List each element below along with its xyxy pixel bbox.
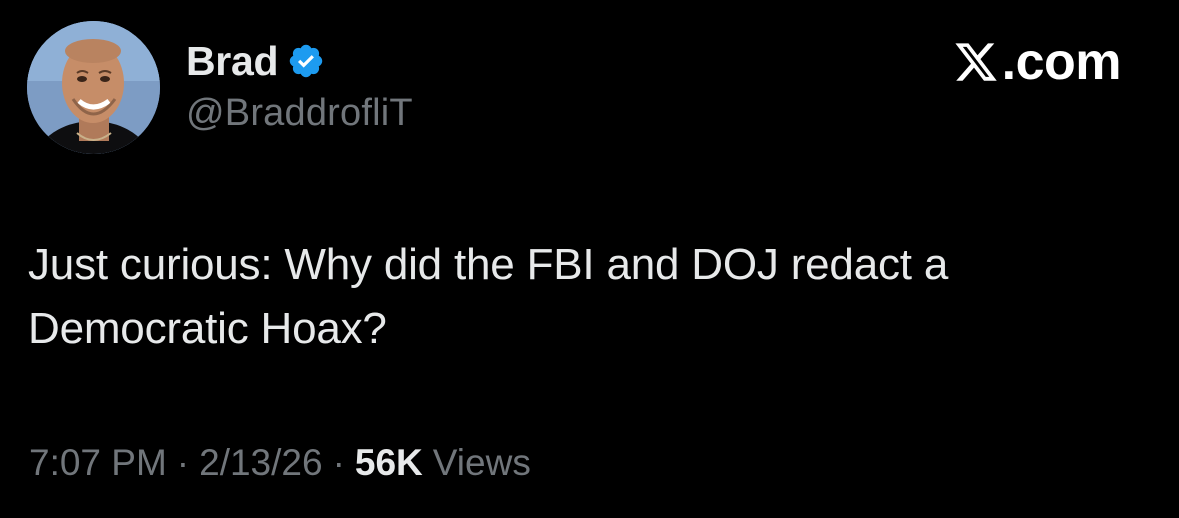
x-logo-icon (955, 43, 997, 81)
x-brand-watermark: .com (952, 33, 1122, 91)
meta-separator: · (332, 442, 345, 483)
author-display-name[interactable]: Brad (186, 38, 279, 85)
author-name-row[interactable]: Brad (186, 38, 325, 84)
views-count[interactable]: 56K (355, 442, 423, 484)
verified-badge-icon[interactable] (287, 42, 325, 80)
meta-separator: · (176, 442, 190, 483)
avatar[interactable] (27, 21, 160, 154)
author-handle[interactable]: @BraddrofliT (186, 92, 413, 135)
tweet-card: Brad @BraddrofliT .com Just curious: Why… (0, 0, 1179, 518)
brand-domain-text: .com (1001, 33, 1122, 91)
avatar-photo (27, 21, 160, 154)
tweet-meta: 7:07 PM · 2/13/26 · 56K Views (29, 442, 531, 484)
tweet-time[interactable]: 7:07 PM (29, 442, 167, 484)
views-label[interactable]: Views (433, 442, 531, 484)
tweet-date[interactable]: 2/13/26 (199, 442, 322, 484)
tweet-text: Just curious: Why did the FBI and DOJ re… (28, 240, 949, 353)
